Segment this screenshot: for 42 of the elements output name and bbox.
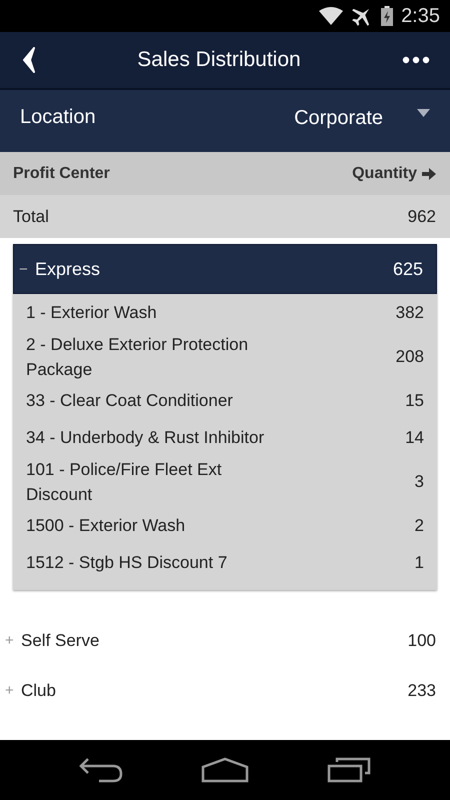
item-value: 14 bbox=[405, 427, 424, 450]
group-value: 233 bbox=[408, 680, 436, 700]
right-arrow-icon bbox=[422, 168, 436, 180]
back-chevron-icon bbox=[22, 47, 36, 73]
item-name: 101 - Police/Fire Fleet Ext Discount bbox=[26, 458, 223, 506]
item-value: 3 bbox=[414, 471, 424, 493]
item-name: 1500 - Exterior Wash bbox=[26, 514, 186, 537]
column-header: Profit Center bbox=[13, 164, 110, 182]
back-arrow-icon bbox=[79, 757, 123, 783]
item-value: 1 bbox=[414, 552, 424, 574]
dropdown-caret-icon bbox=[417, 109, 430, 117]
home-icon bbox=[201, 757, 249, 783]
group-name[interactable]: Club bbox=[21, 680, 408, 700]
battery-icon bbox=[381, 6, 394, 26]
item-name: 34 - Underbody & Rust Inhibitor bbox=[26, 427, 264, 450]
screen-title: Sales Distribution bbox=[137, 48, 301, 72]
recent-apps-icon bbox=[327, 757, 371, 783]
sort-column-header[interactable]: Quantity bbox=[352, 164, 436, 182]
recent-apps-button[interactable] bbox=[327, 757, 371, 783]
item-name: 1 - Exterior Wash bbox=[26, 302, 157, 324]
total-label: Total bbox=[13, 206, 49, 226]
group-name: Express bbox=[35, 258, 102, 280]
home-button[interactable] bbox=[201, 757, 249, 783]
item-name: 1512 - Stgb HS Discount 7 bbox=[26, 552, 228, 574]
location-label: Location bbox=[20, 106, 96, 129]
group-header[interactable]: − Express 625 bbox=[13, 244, 437, 294]
location-dropdown[interactable]: Corporate bbox=[294, 107, 430, 130]
item-name: 33 - Clear Coat Conditioner bbox=[26, 390, 233, 412]
more-dots-icon bbox=[402, 56, 430, 64]
item-value: 15 bbox=[405, 390, 424, 412]
wifi-icon bbox=[319, 7, 344, 25]
item-value: 208 bbox=[396, 346, 424, 368]
item-value: 2 bbox=[414, 514, 424, 537]
group-name[interactable]: Self Serve bbox=[21, 630, 408, 650]
toggle-sign[interactable]: − bbox=[19, 260, 35, 278]
total-value: 962 bbox=[408, 206, 436, 226]
item-value: 382 bbox=[396, 302, 424, 324]
group-value: 625 bbox=[392, 258, 423, 280]
item-name: 2 - Deluxe Exterior Protection Package bbox=[26, 334, 250, 380]
group-value: 100 bbox=[408, 630, 436, 650]
back-nav-button[interactable] bbox=[79, 757, 123, 783]
clock-time: 2:35 bbox=[401, 4, 440, 28]
